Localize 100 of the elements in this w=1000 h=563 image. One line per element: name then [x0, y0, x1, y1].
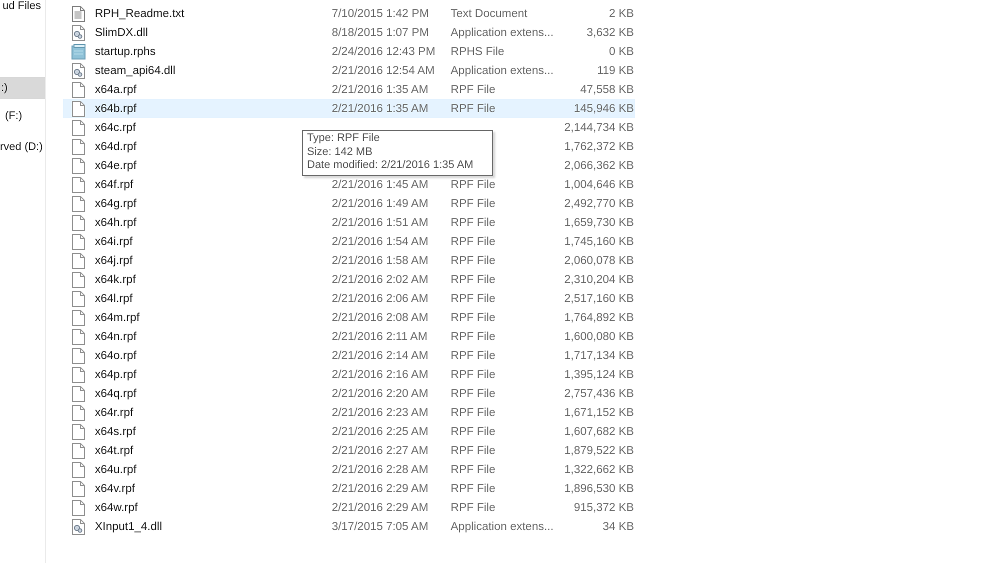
file-size: 1,762,372 KB — [563, 140, 634, 152]
date-modified: 8/18/2015 1:07 PM — [332, 26, 430, 38]
scroll-document-icon — [71, 44, 86, 60]
file-name: x64b.rpf — [94, 102, 136, 114]
blank-document-icon — [71, 176, 86, 192]
blank-document-icon — [71, 196, 86, 212]
blank-document-icon — [71, 424, 86, 440]
file-type: RPF File — [450, 198, 496, 210]
file-type: RPF File — [450, 502, 496, 514]
text-document-icon — [71, 6, 86, 22]
date-modified: 2/24/2016 12:43 PM — [332, 46, 436, 58]
file-name: x64v.rpf — [94, 482, 135, 494]
file-type: RPF File — [450, 178, 496, 190]
blank-document-icon — [71, 82, 86, 98]
blank-document-icon — [71, 328, 86, 344]
date-modified: 2/21/2016 12:54 AM — [332, 64, 436, 76]
file-size: 3,632 KB — [586, 26, 634, 38]
file-name: x64l.rpf — [94, 292, 133, 304]
file-type: RPF File — [450, 350, 496, 362]
file-type: RPF File — [450, 254, 496, 266]
file-name: x64d.rpf — [94, 140, 136, 152]
file-size: 2,310,204 KB — [563, 274, 634, 286]
file-size: 2,757,436 KB — [563, 388, 634, 400]
date-modified: 2/21/2016 1:35 AM — [332, 84, 430, 96]
file-size: 1,600,080 KB — [563, 330, 634, 342]
file-name: x64t.rpf — [94, 444, 134, 456]
sidebar-item[interactable]: :) — [0, 77, 45, 99]
file-name: x64f.rpf — [94, 178, 134, 190]
date-modified: 2/21/2016 2:23 AM — [332, 406, 430, 418]
file-name: x64c.rpf — [94, 122, 136, 134]
file-size: 1,764,892 KB — [563, 312, 634, 324]
file-size: 1,717,134 KB — [563, 350, 634, 362]
file-row[interactable]: x64b.rpf 2/21/2016 1:35 AM RPF File 145,946 KB — [63, 99, 635, 118]
file-name: x64s.rpf — [94, 426, 136, 438]
file-name: x64w.rpf — [94, 502, 138, 514]
file-type: Application extens... — [450, 26, 555, 38]
file-name: x64u.rpf — [94, 464, 136, 476]
sidebar-item[interactable]: ud Files — [0, 0, 45, 16]
file-size: 34 KB — [602, 520, 634, 532]
blank-document-icon — [71, 100, 86, 116]
date-modified: 2/21/2016 1:54 AM — [332, 236, 430, 248]
file-type: RPF File — [450, 292, 496, 304]
file-name: x64q.rpf — [94, 388, 136, 400]
gear-document-icon — [71, 62, 86, 78]
date-modified: 2/21/2016 2:29 AM — [332, 502, 430, 514]
file-type: RPF File — [450, 84, 496, 96]
blank-document-icon — [71, 480, 86, 496]
blank-document-icon — [71, 138, 86, 154]
file-name: x64i.rpf — [94, 236, 133, 248]
tooltip-text: Date modified: 2/21/2016 1:35 AM — [307, 159, 474, 172]
file-size: 47,558 KB — [579, 84, 634, 96]
file-size: 2 KB — [608, 8, 634, 20]
blank-document-icon — [71, 310, 86, 326]
file-size: 1,896,530 KB — [563, 482, 634, 494]
sidebar-item[interactable]: rved (D:) — [0, 137, 45, 157]
sidebar-item[interactable]: (F:) — [0, 106, 45, 126]
blank-document-icon — [71, 158, 86, 174]
file-type: RPF File — [450, 406, 496, 418]
file-type: RPF File — [450, 444, 496, 456]
file-size: 119 KB — [596, 64, 634, 76]
file-type: RPHS File — [450, 46, 506, 58]
file-size: 1,745,160 KB — [563, 236, 634, 248]
file-type: Application extens... — [450, 520, 555, 532]
date-modified: 2/21/2016 2:14 AM — [332, 350, 430, 362]
file-size: 2,144,734 KB — [563, 122, 634, 134]
file-name: x64a.rpf — [94, 84, 136, 96]
date-modified: 2/21/2016 2:16 AM — [332, 368, 430, 380]
file-name: x64m.rpf — [94, 312, 140, 324]
date-modified: 2/21/2016 2:06 AM — [332, 292, 430, 304]
blank-document-icon — [71, 386, 86, 402]
date-modified: 2/21/2016 1:51 AM — [332, 216, 430, 228]
file-name: x64e.rpf — [94, 160, 136, 172]
file-size: 1,671,152 KB — [563, 406, 634, 418]
gear-document-icon — [71, 518, 86, 534]
date-modified: 7/10/2015 1:42 PM — [332, 8, 430, 20]
date-modified: 2/21/2016 1:35 AM — [332, 102, 430, 114]
file-type: RPF File — [450, 330, 496, 342]
blank-document-icon — [71, 120, 86, 136]
file-name: x64n.rpf — [94, 330, 136, 342]
date-modified: 2/21/2016 2:28 AM — [332, 464, 430, 476]
file-name: x64r.rpf — [94, 406, 134, 418]
file-type: Application extens... — [450, 64, 555, 76]
file-name: steam_api64.dll — [94, 64, 176, 76]
date-modified: 2/21/2016 2:20 AM — [332, 388, 430, 400]
file-type: RPF File — [450, 102, 496, 114]
file-name: startup.rphs — [94, 46, 156, 58]
file-name: x64g.rpf — [94, 198, 136, 210]
blank-document-icon — [71, 272, 86, 288]
date-modified: 3/17/2015 7:05 AM — [332, 520, 430, 532]
blank-document-icon — [71, 252, 86, 268]
file-type: RPF File — [450, 426, 496, 438]
file-size: 915,372 KB — [572, 502, 634, 514]
file-name: x64o.rpf — [94, 350, 136, 362]
date-modified: 2/21/2016 1:49 AM — [332, 198, 430, 210]
blank-document-icon — [71, 234, 86, 250]
file-name: RPH_Readme.txt — [94, 8, 184, 20]
file-size: 1,395,124 KB — [563, 368, 634, 380]
blank-document-icon — [71, 366, 86, 382]
date-modified: 2/21/2016 2:27 AM — [332, 444, 430, 456]
file-size: 1,004,646 KB — [563, 178, 634, 190]
